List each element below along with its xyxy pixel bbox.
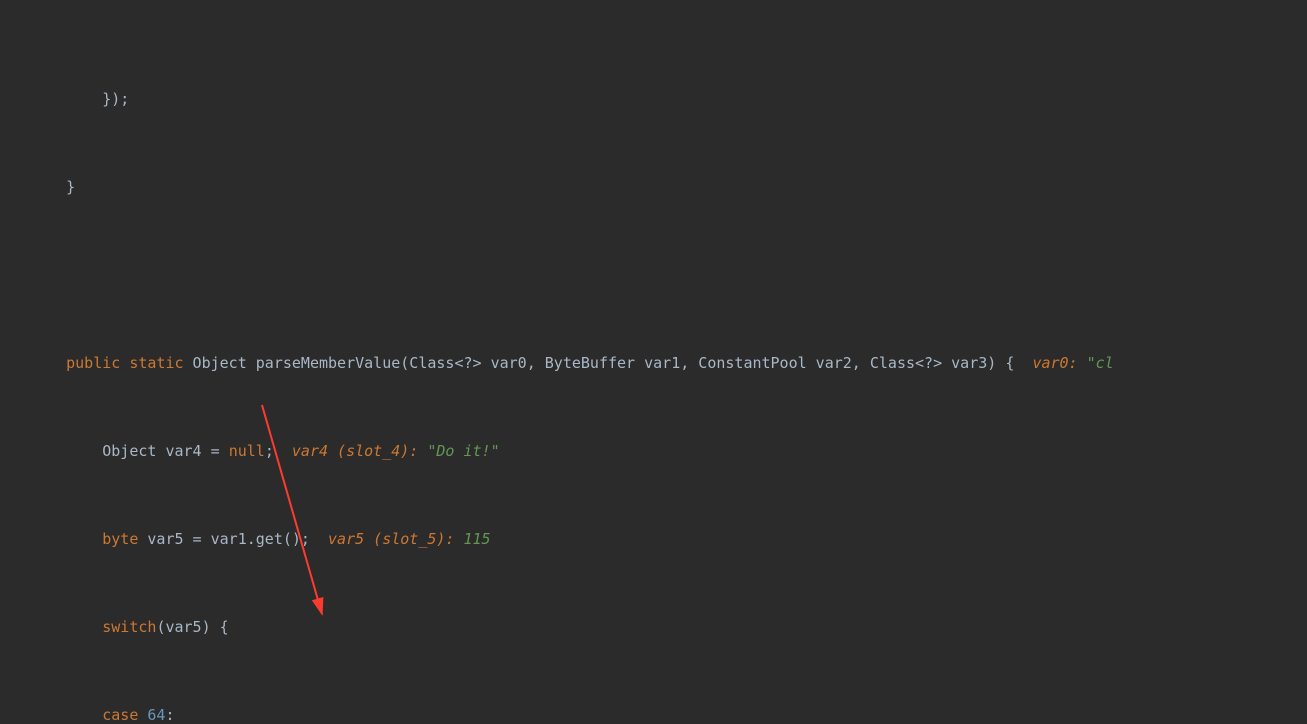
- code-text: }: [66, 178, 75, 196]
- keyword-case: case: [102, 706, 147, 724]
- keyword-null: null: [229, 442, 265, 460]
- indent: [30, 90, 102, 108]
- inline-var-value: 115: [454, 530, 490, 548]
- indent: [30, 442, 102, 460]
- keyword-byte: byte: [102, 530, 138, 548]
- indent: [30, 530, 102, 548]
- code-line[interactable]: [30, 264, 1307, 286]
- code-line[interactable]: public static Object parseMemberValue(Cl…: [30, 352, 1307, 374]
- code-text: ;: [265, 442, 292, 460]
- keyword-switch: switch: [102, 618, 156, 636]
- code-text: });: [102, 90, 129, 108]
- keyword-static: static: [129, 354, 183, 372]
- code-text: var5 = var1.get();: [138, 530, 328, 548]
- keyword-public: public: [66, 354, 120, 372]
- inline-var-label: var4 (slot_4):: [292, 442, 418, 460]
- code-line[interactable]: switch(var5) {: [30, 616, 1307, 638]
- code-text: Object var4 =: [102, 442, 228, 460]
- inline-var-value: "cl: [1078, 354, 1114, 372]
- indent: [30, 706, 102, 724]
- inline-var-value: "Do it!": [418, 442, 499, 460]
- indent: [30, 618, 102, 636]
- code-text: Object parseMemberValue(Class<?> var0, B…: [184, 354, 1033, 372]
- indent: [30, 354, 66, 372]
- code-editor-viewport[interactable]: }); } public static Object parseMemberVa…: [0, 0, 1307, 724]
- code-text: :: [165, 706, 174, 724]
- code-line[interactable]: case 64:: [30, 704, 1307, 724]
- inline-var-label: var5 (slot_5):: [328, 530, 454, 548]
- indent: [30, 178, 66, 196]
- code-line[interactable]: }: [30, 176, 1307, 198]
- inline-var-label: var0:: [1032, 354, 1077, 372]
- code-line[interactable]: });: [30, 88, 1307, 110]
- number-literal: 64: [147, 706, 165, 724]
- code-text: (var5) {: [156, 618, 228, 636]
- code-line[interactable]: Object var4 = null; var4 (slot_4): "Do i…: [30, 440, 1307, 462]
- code-line[interactable]: byte var5 = var1.get(); var5 (slot_5): 1…: [30, 528, 1307, 550]
